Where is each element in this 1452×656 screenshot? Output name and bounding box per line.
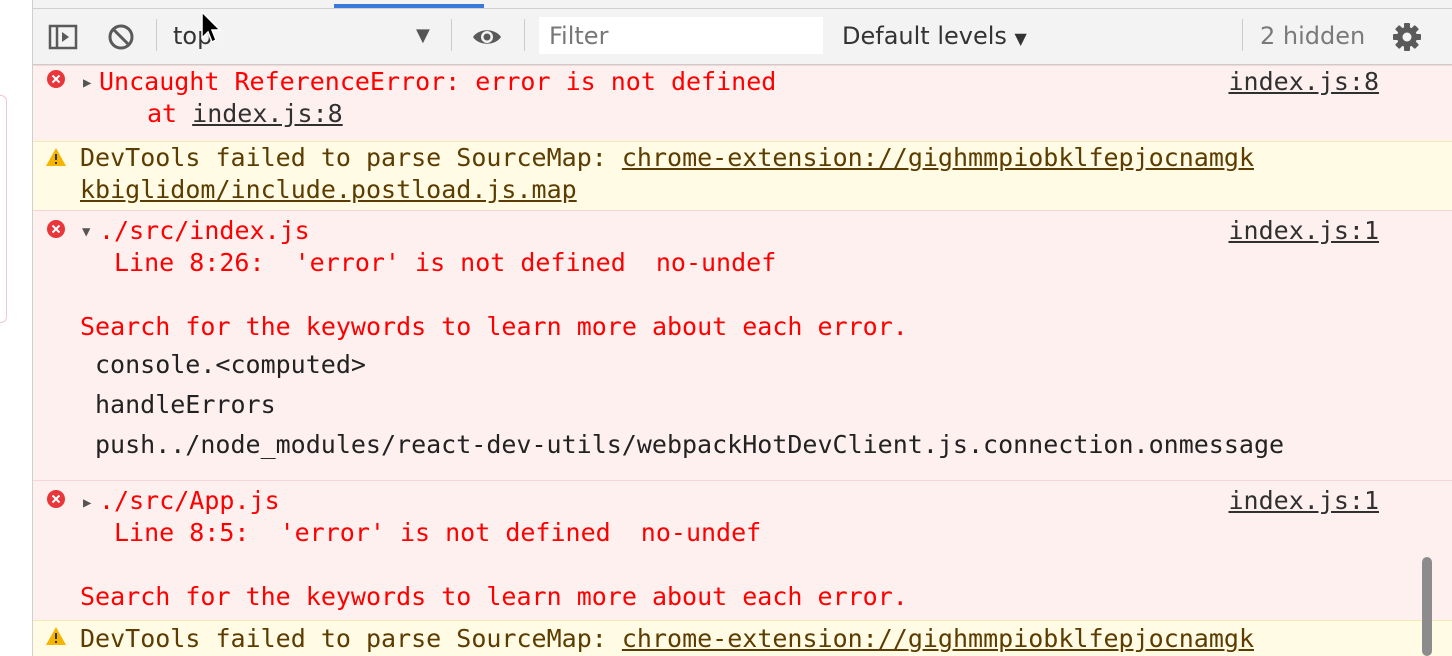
- console-message-error: ▶ Uncaught ReferenceError: error is not …: [33, 65, 1452, 142]
- warning-prefix: DevTools failed to parse SourceMap:: [80, 624, 622, 653]
- warning-icon: [46, 627, 66, 645]
- context-dropdown-arrow-icon[interactable]: ▼: [416, 19, 430, 53]
- console-toolbar: top ▼ Default levels ▼ 2 hidden: [33, 9, 1452, 65]
- source-link[interactable]: index.js:8: [1228, 66, 1379, 98]
- stack-at-line: at index.js:8: [147, 98, 343, 130]
- page-edge-decoration: [0, 95, 7, 323]
- sidebar-toggle-icon[interactable]: [47, 21, 79, 53]
- lint-hint-text: Search for the keywords to learn more ab…: [80, 582, 908, 611]
- stack-frame[interactable]: console.<computed>: [95, 349, 366, 381]
- toolbar-divider: [156, 19, 157, 51]
- error-source-title: ./src/index.js: [99, 216, 310, 245]
- console-message-error: ▶ ./src/App.js index.js:1 Line 8:5: 'err…: [33, 480, 1452, 621]
- stack-frame[interactable]: push../node_modules/react-dev-utils/webp…: [95, 429, 1284, 461]
- console-message-warning: DevTools failed to parse SourceMap: chro…: [33, 620, 1452, 656]
- console-message-warning: DevTools failed to parse SourceMap: chro…: [33, 141, 1452, 210]
- error-icon: [47, 490, 65, 508]
- lint-hint-text: Search for the keywords to learn more ab…: [80, 312, 908, 341]
- toolbar-divider: [524, 19, 525, 51]
- devtools-console-panel: top ▼ Default levels ▼ 2 hidden: [33, 0, 1452, 656]
- hidden-messages-count[interactable]: 2 hidden: [1260, 19, 1365, 53]
- expand-triangle-icon[interactable]: ▶: [83, 75, 91, 91]
- clear-console-icon[interactable]: [105, 21, 137, 53]
- stack-location-link[interactable]: index.js:8: [192, 99, 343, 128]
- filter-input[interactable]: [539, 17, 823, 54]
- devtools-tab-strip: [33, 0, 1452, 9]
- levels-dropdown-arrow-icon: ▼: [1014, 29, 1027, 48]
- mouse-cursor-icon: [201, 10, 222, 44]
- warning-prefix: DevTools failed to parse SourceMap:: [80, 143, 622, 172]
- stack-frame[interactable]: handleErrors: [95, 389, 276, 421]
- toolbar-divider: [451, 19, 452, 51]
- log-levels-label: Default levels: [842, 22, 1007, 50]
- stack-at-prefix: at: [147, 99, 193, 128]
- console-scrollbar-thumb[interactable]: [1422, 557, 1432, 656]
- gear-icon[interactable]: [1391, 21, 1423, 53]
- collapse-triangle-icon[interactable]: ▼: [82, 224, 90, 240]
- warning-message-text: DevTools failed to parse SourceMap: chro…: [80, 623, 1254, 655]
- toolbar-divider: [1242, 19, 1243, 51]
- live-expression-eye-icon[interactable]: [471, 21, 503, 53]
- warning-icon: [46, 148, 66, 166]
- warning-message-text: DevTools failed to parse SourceMap: chro…: [80, 142, 1254, 174]
- console-message-error: ▼ ./src/index.js index.js:1 Line 8:26: '…: [33, 210, 1452, 481]
- source-link[interactable]: index.js:1: [1228, 485, 1379, 517]
- sourcemap-link-continued[interactable]: kbiglidom/include.postload.js.map: [80, 174, 577, 206]
- active-tab-indicator: [334, 4, 484, 8]
- lint-error-line: Line 8:5: 'error' is not defined no-unde…: [114, 518, 762, 547]
- error-icon: [47, 220, 65, 238]
- expand-triangle-icon[interactable]: ▶: [83, 495, 91, 511]
- source-link[interactable]: index.js:1: [1228, 215, 1379, 247]
- error-message-text: Uncaught ReferenceError: error is not de…: [99, 67, 777, 96]
- error-icon: [47, 70, 65, 88]
- log-levels-dropdown[interactable]: Default levels ▼: [842, 19, 1027, 53]
- sourcemap-link[interactable]: chrome-extension://gighmmpiobklfepjocnam…: [622, 624, 1254, 653]
- page-left-gutter: [0, 0, 33, 656]
- error-source-title: ./src/App.js: [99, 486, 280, 515]
- lint-error-line: Line 8:26: 'error' is not defined no-und…: [114, 248, 777, 277]
- sourcemap-link[interactable]: chrome-extension://gighmmpiobklfepjocnam…: [622, 143, 1254, 172]
